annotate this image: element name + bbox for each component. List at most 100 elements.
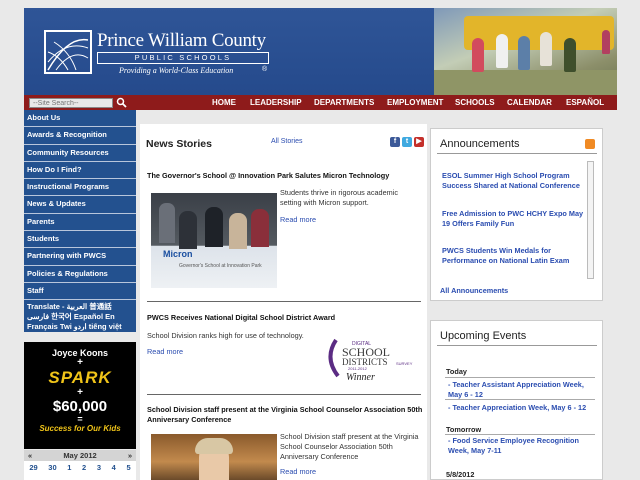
event-link[interactable]: - Food Service Employee Recognition Week… [448, 436, 598, 456]
announcement-link[interactable]: PWCS Students Win Medals for Performance… [442, 246, 592, 266]
nav-leadership[interactable]: LEADERSHIP [250, 98, 302, 108]
promo-plus: + [77, 357, 83, 368]
event-day-label: 5/8/2012 [446, 470, 475, 479]
nav-home[interactable]: HOME [212, 98, 236, 108]
youtube-icon[interactable]: ▶ [414, 137, 424, 147]
all-announcements-link[interactable]: All Announcements [440, 286, 508, 295]
facebook-icon[interactable]: f [390, 137, 400, 147]
story-divider [147, 394, 421, 395]
rss-icon[interactable] [585, 139, 595, 149]
sidebar-item-students[interactable]: Students [24, 231, 136, 249]
photo-child [564, 38, 576, 72]
nav-departments[interactable]: DEPARTMENTS [314, 98, 374, 108]
calendar-day[interactable]: 3 [97, 463, 101, 472]
calendar-month: May 2012 [63, 451, 97, 460]
story-headline[interactable]: The Governor's School @ Innovation Park … [147, 171, 423, 181]
mini-calendar: « May 2012 » 29 30 1 2 3 4 5 [24, 450, 136, 480]
calendar-prev-button[interactable]: « [28, 450, 32, 461]
calendar-day[interactable]: 1 [67, 463, 71, 472]
sidebar-item-policies[interactable]: Policies & Regulations [24, 265, 136, 283]
story-divider [147, 301, 421, 302]
sidebar-item-parents[interactable]: Parents [24, 213, 136, 232]
twitter-icon[interactable]: t [402, 137, 412, 147]
event-separator [445, 399, 595, 400]
photo-child [518, 36, 530, 70]
events-title: Upcoming Events [440, 330, 527, 342]
sidebar: About Us Awards & Recognition Community … [24, 110, 136, 480]
read-more-link[interactable]: Read more [280, 215, 316, 224]
read-more-link[interactable]: Read more [280, 467, 316, 476]
school-bus-image [464, 16, 614, 50]
photo-child [602, 30, 610, 54]
event-day-label: Today [446, 367, 467, 376]
news-title: News Stories [146, 138, 212, 150]
announcement-link[interactable]: Free Admission to PWC HCHY Expo May 19 O… [442, 209, 592, 229]
logo-globe-icon[interactable] [44, 30, 92, 74]
spark-promo-banner[interactable]: Joyce Koons + SPARK + $60,000 = Success … [24, 342, 136, 449]
read-more-link[interactable]: Read more [147, 347, 183, 356]
promo-equals: = [77, 414, 83, 424]
calendar-day[interactable]: 30 [48, 463, 56, 472]
sidebar-item-community-resources[interactable]: Community Resources [24, 144, 136, 162]
announcement-link[interactable]: ESOL Summer High School Program Success … [442, 171, 592, 191]
photo-person [159, 203, 175, 243]
main-nav: HOME LEADERSHIP DEPARTMENTS EMPLOYMENT S… [24, 95, 617, 110]
calendar-day[interactable]: 4 [112, 463, 116, 472]
event-separator [445, 377, 595, 378]
announcements-scrollbar[interactable] [587, 161, 594, 279]
nav-espanol[interactable]: ESPAÑOL [566, 98, 604, 108]
calendar-next-button[interactable]: » [128, 450, 132, 461]
sidebar-item-how-do-i-find[interactable]: How Do I Find? [24, 161, 136, 180]
event-separator [445, 434, 595, 435]
site-search-input[interactable] [29, 98, 113, 108]
registered-mark: ® [262, 66, 268, 73]
photo-hair [195, 438, 233, 454]
site-header: Prince William County PUBLIC SCHOOLS Pro… [24, 8, 617, 95]
logo-tagline: Providing a World-Class Education [119, 66, 234, 75]
sidebar-item-instructional-programs[interactable]: Instructional Programs [24, 179, 136, 197]
story-summary: School Division staff present at the Vir… [280, 432, 419, 461]
photo-person [251, 209, 269, 247]
calendar-header: « May 2012 » [24, 450, 136, 461]
search-icon[interactable] [116, 97, 127, 108]
story-summary: Students thrive in rigorous academic set… [280, 188, 399, 207]
logo-title[interactable]: Prince William County [97, 30, 266, 52]
photo-person [205, 207, 223, 247]
calendar-day[interactable]: 5 [126, 463, 130, 472]
sidebar-item-news-updates[interactable]: News & Updates [24, 196, 136, 214]
photo-person [229, 213, 247, 249]
panel-divider [437, 345, 597, 346]
nav-employment[interactable]: EMPLOYMENT [387, 98, 443, 108]
all-stories-link[interactable]: All Stories [271, 138, 303, 145]
micron-story-photo[interactable]: Micron Governor's School at Innovation P… [151, 193, 277, 288]
photo-ground [434, 70, 617, 95]
event-link[interactable]: - Teacher Appreciation Week, May 6 - 12 [448, 403, 598, 413]
award-logo-text: Winner [346, 372, 375, 382]
calendar-day[interactable]: 2 [82, 463, 86, 472]
photo-child [540, 32, 552, 66]
check-caption: Governor's School at Innovation Park [179, 263, 262, 269]
digital-school-districts-award-logo[interactable]: DIGITAL SCHOOL DISTRICTS SURVEY 2011-201… [326, 336, 418, 382]
promo-tagline: Success for Our Kids [39, 424, 121, 433]
sidebar-item-partnering[interactable]: Partnering with PWCS [24, 248, 136, 266]
story-headline[interactable]: PWCS Receives National Digital School Di… [147, 313, 423, 323]
photo-child [472, 38, 484, 72]
award-logo-text: 2011-2012 [348, 366, 368, 371]
translate-links[interactable]: Translate - العربية 普通話 فارسی 한국어 Españo… [24, 300, 136, 333]
sidebar-item-awards[interactable]: Awards & Recognition [24, 127, 136, 145]
counselor-story-photo[interactable] [151, 434, 277, 480]
calendar-day[interactable]: 29 [29, 463, 37, 472]
nav-schools[interactable]: SCHOOLS [455, 98, 495, 108]
news-section: News Stories All Stories f t ▶ The Gover… [140, 124, 427, 480]
sidebar-item-staff[interactable]: Staff [24, 282, 136, 301]
photo-person [179, 211, 197, 249]
panel-divider [437, 153, 597, 154]
event-link[interactable]: - Teacher Assistant Appreciation Week, M… [448, 380, 598, 400]
story-summary: School Division ranks high for use of te… [147, 331, 304, 340]
sidebar-item-about-us[interactable]: About Us [24, 110, 136, 128]
promo-plus: + [77, 387, 83, 398]
promo-amount: $60,000 [52, 398, 108, 415]
announcements-panel: Announcements ESOL Summer High School Pr… [430, 128, 603, 301]
story-headline[interactable]: School Division staff present at the Vir… [147, 405, 423, 425]
nav-calendar[interactable]: CALENDAR [507, 98, 552, 108]
